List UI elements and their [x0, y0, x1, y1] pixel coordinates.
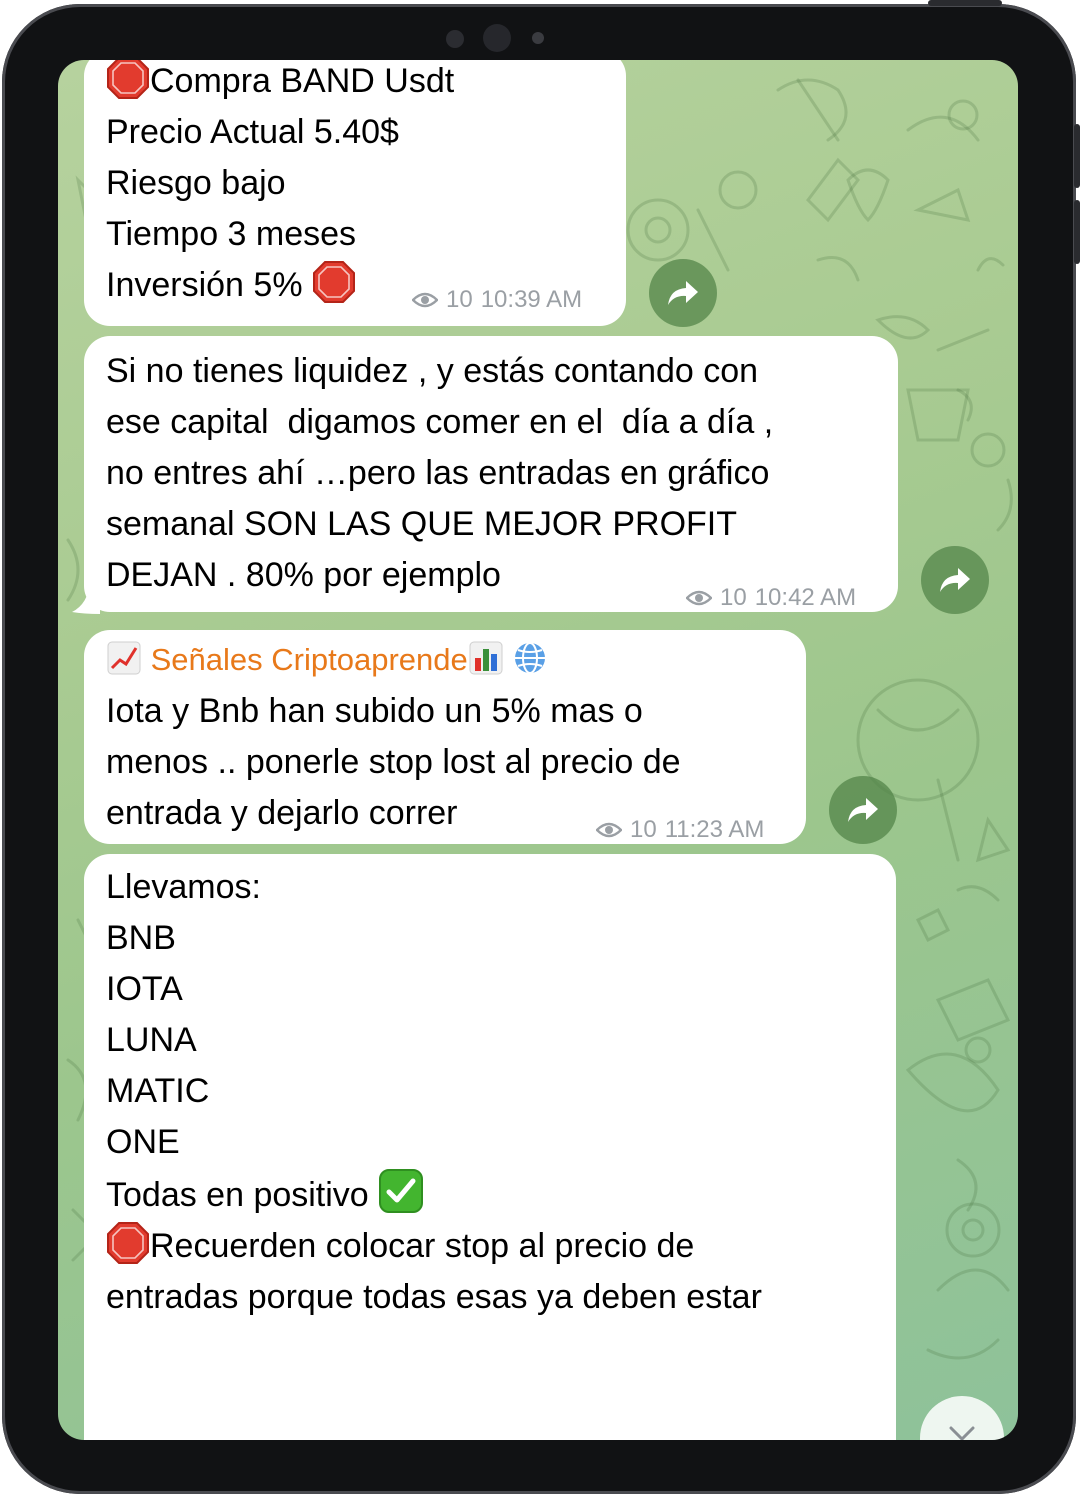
forward-button[interactable] — [829, 776, 897, 844]
bubble-tail — [72, 582, 100, 614]
message-bubble-1[interactable]: Compra BAND Usdt Precio Actual 5.40$ Rie… — [84, 60, 626, 326]
message-line: semanal SON LAS QUE MEJOR PROFIT — [106, 505, 738, 543]
message-bubble-3[interactable]: Señales Criptoaprende Iota y Bnb han sub… — [84, 630, 806, 844]
message-line: Riesgo bajo — [106, 164, 286, 202]
view-count: 10 — [446, 286, 473, 313]
message-line: Precio Actual 5.40$ — [106, 113, 399, 151]
message-line: Compra BAND Usdt — [106, 60, 606, 107]
message-line: entradas porque todas esas ya deben esta… — [106, 1278, 762, 1316]
sender-name[interactable]: Señales Criptoaprende — [106, 634, 786, 686]
message-bubble-4[interactable]: Llevamos: BNB IOTA LUNA MATIC ONE Todas … — [84, 854, 896, 1440]
message-time: 11:23 AM — [664, 816, 765, 843]
eye-icon — [412, 292, 438, 307]
message-time: 10:39 AM — [480, 286, 583, 313]
message-meta: 10 10:39 AM — [412, 274, 582, 325]
forward-arrow-icon — [848, 798, 878, 822]
bar-chart-emoji — [469, 641, 503, 675]
message-line: MATIC — [106, 1072, 210, 1110]
globe-emoji — [515, 642, 546, 674]
stop-sign-emoji — [313, 261, 355, 303]
chevron-down-icon — [949, 1426, 975, 1440]
message-line: BNB — [106, 919, 176, 957]
message-meta: 10 11:23 AM — [596, 804, 764, 855]
forward-arrow-icon — [668, 281, 698, 305]
message-line: Iota y Bnb han subido un 5% mas o — [106, 692, 643, 730]
message-line: Si no tienes liquidez , y estás contando… — [106, 352, 759, 390]
stop-sign-emoji — [107, 60, 149, 99]
message-line: Llevamos: — [106, 868, 261, 906]
top-button — [928, 0, 1002, 6]
message-time: 10:42 AM — [754, 584, 857, 611]
view-count: 10 — [630, 816, 657, 843]
message-line: LUNA — [106, 1021, 197, 1059]
ambient-sensor — [532, 32, 544, 44]
chat-screen[interactable]: Compra BAND Usdt Precio Actual 5.40$ Rie… — [58, 60, 1018, 1440]
volume-up-button — [1074, 124, 1080, 188]
eye-icon — [596, 822, 622, 837]
message-line: no entres ahí …pero las entradas en gráf… — [106, 454, 770, 492]
message-line: Recuerden colocar stop al precio de — [106, 1221, 876, 1272]
message-meta: 10 10:42 AM — [686, 572, 856, 623]
stop-sign-emoji — [107, 1222, 149, 1264]
forward-button[interactable] — [649, 259, 717, 327]
message-line: ONE — [106, 1123, 180, 1161]
message-line: Tiempo 3 meses — [106, 215, 357, 253]
check-mark-button-emoji — [379, 1169, 424, 1213]
eye-icon — [686, 590, 712, 605]
front-camera — [483, 24, 511, 52]
message-line: ese capital digamos comer en el día a dí… — [106, 403, 774, 441]
forward-arrow-icon — [940, 568, 970, 592]
message-bubble-2[interactable]: Si no tienes liquidez , y estás contando… — [84, 336, 898, 612]
chart-increasing-emoji — [107, 641, 141, 675]
message-line: Todas en positivo — [106, 1168, 876, 1221]
volume-down-button — [1074, 200, 1080, 264]
sensor-dot — [446, 30, 464, 48]
view-count: 10 — [720, 584, 747, 611]
message-line: menos .. ponerle stop lost al precio de — [106, 743, 681, 781]
forward-button[interactable] — [921, 546, 989, 614]
message-line: IOTA — [106, 970, 183, 1008]
